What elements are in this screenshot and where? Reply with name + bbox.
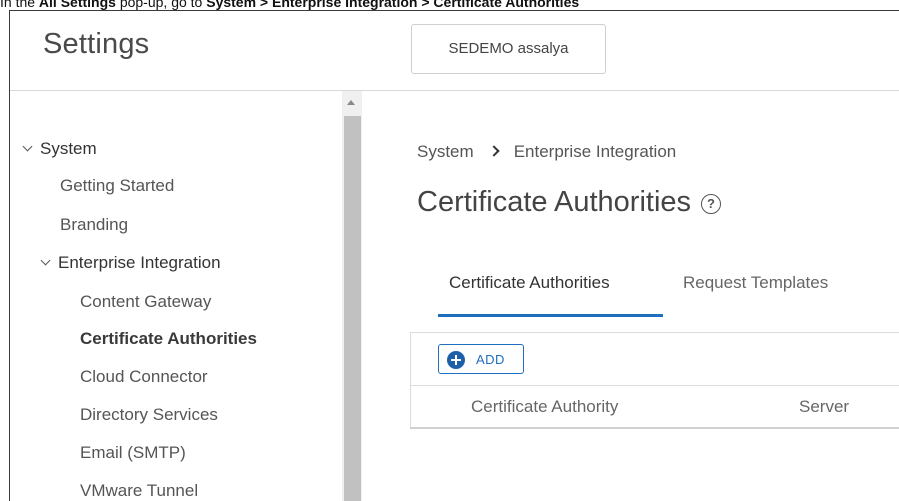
sidebar-item-enterprise-integration[interactable]: Enterprise Integration xyxy=(40,253,221,273)
sidebar-item-label: Email (SMTP) xyxy=(80,443,186,462)
sidebar-item-label: Certificate Authorities xyxy=(80,329,257,348)
sidebar-scrollbar-thumb[interactable] xyxy=(344,116,361,501)
sidebar-item-cloud-connector[interactable]: Cloud Connector xyxy=(80,367,208,387)
sidebar-item-label: Branding xyxy=(60,215,129,234)
breadcrumb-enterprise-integration[interactable]: Enterprise Integration xyxy=(514,142,677,161)
sidebar-item-vmware-tunnel[interactable]: VMware Tunnel xyxy=(80,481,198,501)
sidebar-item-label: Enterprise Integration xyxy=(58,253,221,272)
sidebar-item-system[interactable]: System xyxy=(22,139,97,159)
settings-sidebar: System Getting Started Branding Enterpri… xyxy=(10,91,363,501)
add-button-label: ADD xyxy=(476,352,505,367)
organization-group-button[interactable]: SEDEMO assalya xyxy=(411,24,606,74)
settings-title: Settings xyxy=(43,28,150,60)
page-title-text: Certificate Authorities xyxy=(417,186,692,218)
settings-window: Settings SEDEMO assalya System Getting S… xyxy=(9,10,899,501)
grid-toolbar: ADD xyxy=(411,333,899,386)
page-title: Certificate Authorities? xyxy=(417,186,722,219)
scroll-up-arrow-icon[interactable] xyxy=(347,100,355,105)
sidebar-item-getting-started[interactable]: Getting Started xyxy=(60,176,174,196)
question-circle-icon[interactable]: ? xyxy=(701,194,722,214)
instruction-text: In the All Settings pop-up, go to System… xyxy=(0,0,899,10)
sidebar-item-label: Directory Services xyxy=(80,405,218,424)
sidebar-item-branding[interactable]: Branding xyxy=(60,215,128,235)
chevron-down-icon xyxy=(22,141,33,152)
grid-header-divider xyxy=(410,427,899,429)
column-header-server[interactable]: Server xyxy=(799,387,849,427)
instruction-bold-settings: All Settings xyxy=(38,0,116,10)
main-content: System Enterprise Integration Certificate… xyxy=(364,91,899,501)
instruction-bold-path: System > Enterprise Integration > Certif… xyxy=(206,0,580,10)
sidebar-item-content-gateway[interactable]: Content Gateway xyxy=(80,292,211,312)
sidebar-item-email-smtp[interactable]: Email (SMTP) xyxy=(80,443,186,463)
sidebar-item-label: Cloud Connector xyxy=(80,367,208,386)
column-header-certificate-authority[interactable]: Certificate Authority xyxy=(471,387,618,427)
active-tab-indicator xyxy=(438,314,663,317)
breadcrumb: System Enterprise Integration xyxy=(417,142,676,162)
tab-certificate-authorities[interactable]: Certificate Authorities xyxy=(449,263,610,303)
certificate-authorities-grid: ADD Certificate Authority Server xyxy=(410,332,899,429)
sidebar-item-label: Getting Started xyxy=(60,176,175,195)
chevron-right-icon xyxy=(488,145,500,157)
settings-header: Settings SEDEMO assalya xyxy=(10,11,899,91)
sidebar-item-label: VMware Tunnel xyxy=(80,481,199,500)
chevron-down-icon xyxy=(40,255,51,266)
instruction-prefix: In the xyxy=(0,0,39,10)
add-button[interactable]: ADD xyxy=(438,344,524,374)
instruction-middle: pop-up, go to xyxy=(115,0,207,10)
sidebar-item-label: System xyxy=(40,139,97,158)
breadcrumb-system[interactable]: System xyxy=(417,142,474,161)
sidebar-item-label: Content Gateway xyxy=(80,292,212,311)
sidebar-item-certificate-authorities[interactable]: Certificate Authorities xyxy=(80,329,257,349)
tab-request-templates[interactable]: Request Templates xyxy=(683,263,828,303)
plus-circle-icon xyxy=(447,351,465,369)
sidebar-item-directory-services[interactable]: Directory Services xyxy=(80,405,218,425)
